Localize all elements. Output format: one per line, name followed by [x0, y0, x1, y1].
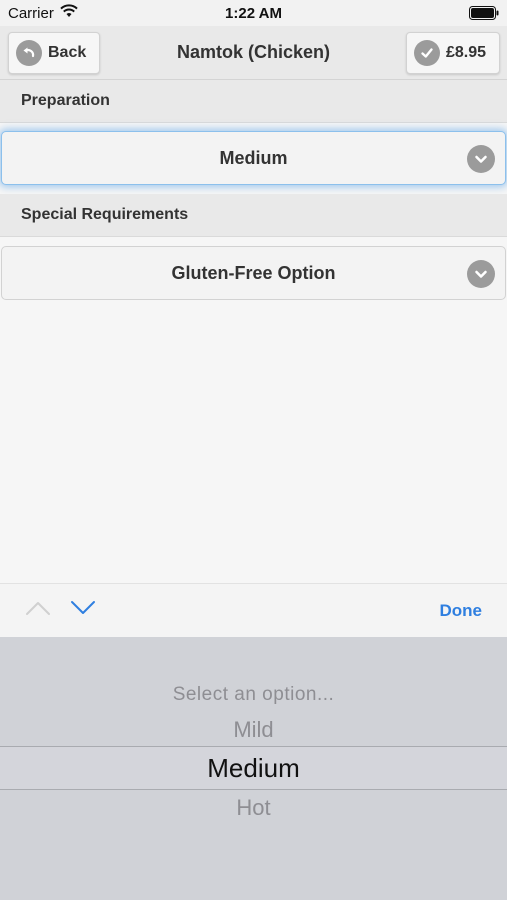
picker-option-mild[interactable]: Mild: [0, 717, 507, 743]
picker-option-hot[interactable]: Hot: [0, 795, 507, 821]
content-area: [0, 300, 507, 583]
back-arrow-icon: [16, 40, 42, 66]
battery-icon: [469, 6, 499, 20]
back-button[interactable]: Back: [8, 32, 100, 74]
special-requirements-header: Special Requirements: [0, 194, 507, 237]
back-label: Back: [48, 44, 87, 61]
preparation-select[interactable]: Medium: [1, 131, 506, 185]
preparation-value: Medium: [219, 147, 288, 168]
price-label: £8.95: [446, 44, 487, 61]
done-button[interactable]: Done: [440, 601, 483, 621]
picker-toolbar: Done: [0, 583, 507, 637]
special-requirements-select[interactable]: Gluten-Free Option: [1, 246, 506, 300]
option-picker[interactable]: Select an option... Mild Medium Hot: [0, 637, 507, 900]
add-to-order-button[interactable]: £8.95: [406, 32, 500, 74]
status-bar: Carrier 1:22 AM: [0, 0, 507, 26]
chevron-down-icon: [467, 260, 495, 288]
checkmark-icon: [414, 40, 440, 66]
previous-field-icon[interactable]: [25, 600, 51, 616]
page-title: Namtok (Chicken): [176, 42, 331, 62]
clock: 1:22 AM: [225, 5, 282, 22]
navigation-bar: Back Namtok (Chicken) £8.95: [0, 26, 507, 80]
picker-option-placeholder[interactable]: Select an option...: [0, 684, 507, 706]
picker-option-medium[interactable]: Medium: [0, 753, 507, 784]
next-field-icon[interactable]: [70, 600, 96, 616]
special-requirements-value: Gluten-Free Option: [171, 262, 336, 283]
chevron-down-icon: [467, 145, 495, 173]
preparation-header: Preparation: [0, 80, 507, 123]
